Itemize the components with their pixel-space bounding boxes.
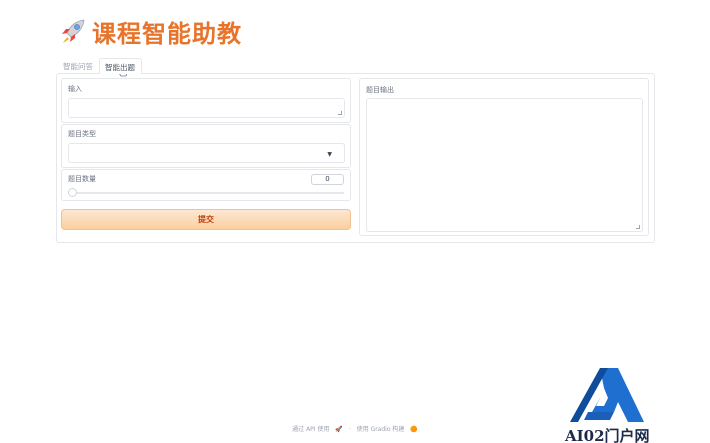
title-text: 课程智能助教 (92, 19, 242, 48)
output-textarea[interactable] (366, 98, 643, 232)
rocket-icon: 🚀 (335, 426, 343, 433)
resize-handle-icon[interactable] (636, 225, 640, 229)
count-label: 题目数量 (68, 175, 96, 183)
watermark-text: AI02门户网 (565, 427, 650, 443)
type-block: 题目类型 ▼ (61, 124, 351, 168)
submit-button[interactable]: 提交 (61, 209, 351, 230)
page-title: 课程智能助教 (58, 14, 242, 48)
count-slider-track[interactable] (72, 192, 344, 194)
gradio-logo-icon: 🟠 (410, 426, 418, 433)
resize-handle-icon[interactable] (338, 111, 342, 115)
api-link[interactable]: 通过 API 使用 (292, 426, 329, 433)
watermark: AI02门户网 (565, 368, 657, 443)
tab-bar: 智能问答 智能出题 (58, 58, 142, 74)
input-textarea[interactable] (68, 98, 345, 118)
count-number-input[interactable]: 0 (311, 174, 344, 185)
tab-question-gen[interactable]: 智能出题 (99, 58, 142, 74)
type-label: 题目类型 (68, 130, 96, 138)
watermark-logo-icon (570, 368, 644, 422)
chevron-down-icon: ▼ (327, 151, 332, 158)
input-block: 输入 (61, 78, 351, 123)
input-label: 输入 (68, 85, 82, 93)
count-block: 题目数量 0 (61, 169, 351, 201)
gradio-link[interactable]: 使用 Gradio 构建 (357, 426, 405, 433)
footer-separator: · (348, 426, 351, 433)
tab-qa[interactable]: 智能问答 (58, 58, 99, 74)
type-dropdown[interactable]: ▼ (68, 143, 345, 163)
output-block: 题目输出 (359, 78, 649, 236)
output-label: 题目输出 (366, 86, 394, 94)
count-slider-thumb[interactable] (68, 188, 77, 197)
rocket-icon (62, 19, 85, 43)
